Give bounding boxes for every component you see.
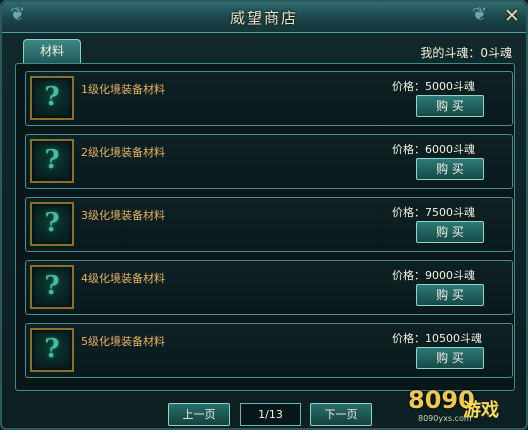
window-title: 威望商店 [229, 9, 298, 27]
soul-balance: 我的斗魂：0斗魂 [420, 46, 512, 60]
shop-window: ❦ 威望商店 ❦ ✕ 材料 我的斗魂：0斗魂 ? 1级化境装备材料 价格：500… [0, 0, 528, 430]
buy-button[interactable]: 购 买 [416, 347, 484, 369]
list-item: ? 4级化境装备材料 价格：9000斗魂 购 买 [25, 260, 513, 315]
page-indicator: 1/13 [240, 403, 301, 426]
cloud-ornament-icon: ❦ [472, 4, 488, 25]
item-price: 价格：10500斗魂 [392, 332, 482, 345]
item-name: 4级化境装备材料 [81, 272, 165, 285]
prev-page-button[interactable]: 上一页 [168, 403, 230, 426]
tab-materials[interactable]: 材料 [23, 39, 81, 63]
item-name: 2级化境装备材料 [81, 146, 165, 159]
item-name: 1级化境装备材料 [81, 83, 165, 96]
item-price: 价格：9000斗魂 [392, 269, 475, 282]
list-item: ? 1级化境装备材料 价格：5000斗魂 购 买 [25, 71, 513, 126]
item-name: 3级化境装备材料 [81, 209, 165, 222]
list-item: ? 5级化境装备材料 价格：10500斗魂 购 买 [25, 323, 513, 378]
item-slot[interactable]: ? [30, 202, 74, 246]
close-icon[interactable]: ✕ [502, 6, 522, 26]
item-price: 价格：6000斗魂 [392, 143, 475, 156]
item-slot[interactable]: ? [30, 265, 74, 309]
title-bar: ❦ 威望商店 ❦ ✕ [2, 2, 526, 33]
question-mark-icon: ? [44, 82, 60, 112]
buy-button[interactable]: 购 买 [416, 221, 484, 243]
question-mark-icon: ? [44, 145, 60, 175]
list-item: ? 2级化境装备材料 价格：6000斗魂 购 买 [25, 134, 513, 189]
buy-button[interactable]: 购 买 [416, 284, 484, 306]
item-slot[interactable]: ? [30, 139, 74, 183]
watermark-url: 8090yxs.com [418, 414, 472, 423]
buy-button[interactable]: 购 买 [416, 158, 484, 180]
question-mark-icon: ? [44, 334, 60, 364]
item-slot[interactable]: ? [30, 328, 74, 372]
question-mark-icon: ? [44, 208, 60, 238]
item-slot[interactable]: ? [30, 76, 74, 120]
list-item: ? 3级化境装备材料 价格：7500斗魂 购 买 [25, 197, 513, 252]
question-mark-icon: ? [44, 271, 60, 301]
watermark-logo: 8090 游戏 8090yxs.com [406, 384, 526, 430]
next-page-button[interactable]: 下一页 [310, 403, 372, 426]
item-name: 5级化境装备材料 [81, 335, 165, 348]
buy-button[interactable]: 购 买 [416, 95, 484, 117]
item-price: 价格：7500斗魂 [392, 206, 475, 219]
item-price: 价格：5000斗魂 [392, 80, 475, 93]
